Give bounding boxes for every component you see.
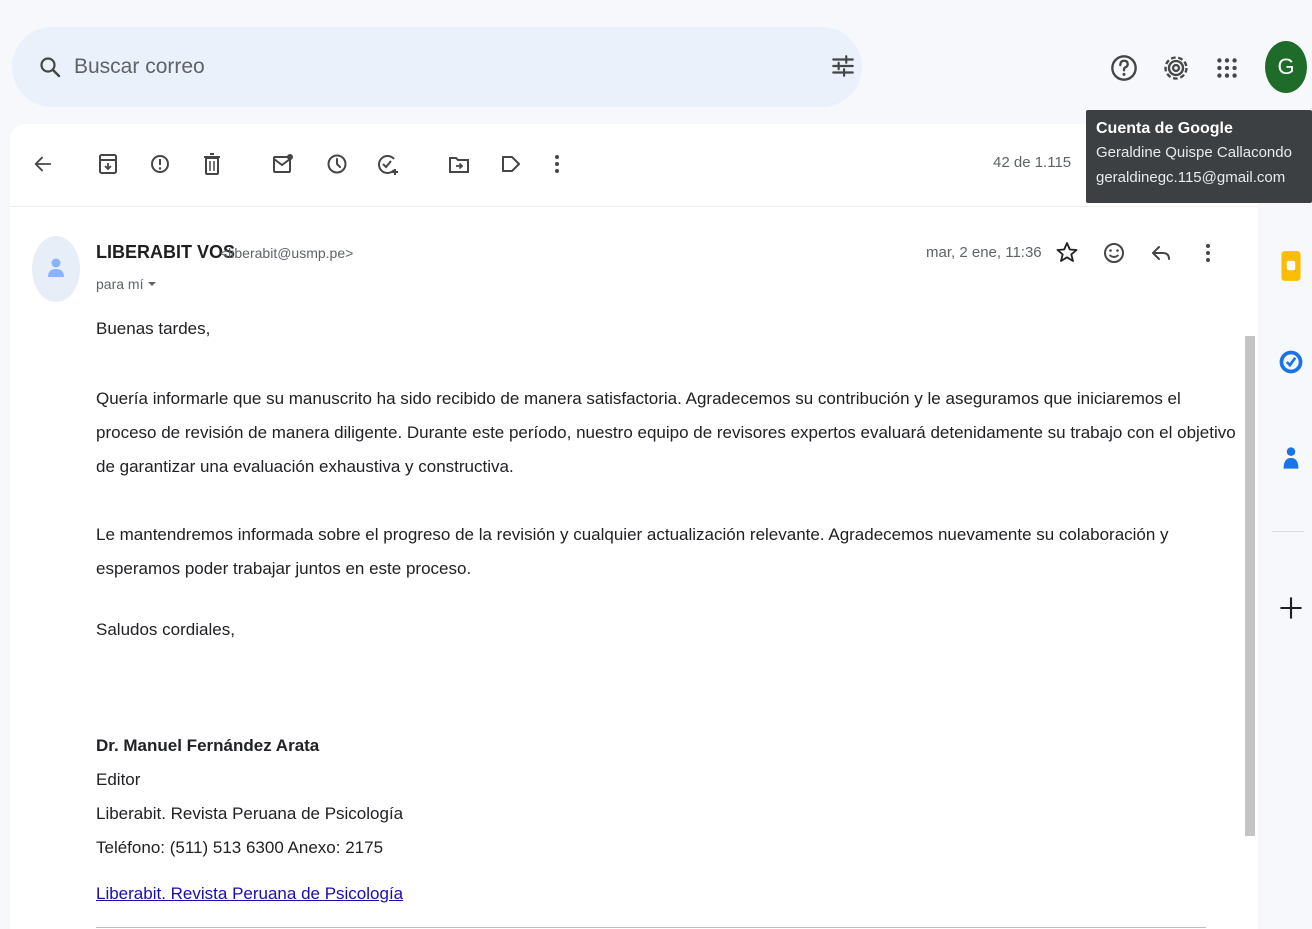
signature-role: Editor [96, 770, 141, 789]
reply-icon[interactable] [1150, 240, 1172, 266]
emoji-reaction-icon[interactable] [1102, 240, 1126, 266]
closing-text: Saludos cordiales, [96, 620, 235, 639]
greeting-text: Buenas tardes, [96, 319, 211, 338]
search-input[interactable] [74, 49, 794, 85]
sender-email: <liberabit@usmp.pe> [220, 245, 354, 261]
account-tooltip: Cuenta de Google Geraldine Quispe Callac… [1086, 110, 1312, 203]
back-icon[interactable] [32, 151, 54, 177]
side-panel-divider [1272, 531, 1304, 532]
report-spam-icon[interactable] [150, 151, 170, 177]
signature-name: Dr. Manuel Fernández Arata [96, 736, 320, 755]
mark-unread-icon[interactable] [272, 151, 294, 177]
toolbar-divider [10, 206, 1258, 207]
signature-phone: Teléfono: (511) 513 6300 Anexo: 2175 [96, 838, 384, 857]
sender-name: LIBERABIT VOS [96, 242, 236, 262]
tooltip-title: Cuenta de Google [1096, 120, 1233, 137]
account-avatar[interactable]: G [1265, 41, 1307, 93]
search-bar[interactable] [12, 27, 862, 107]
snooze-icon[interactable] [326, 151, 348, 177]
archive-icon[interactable] [98, 151, 118, 177]
scrollbar[interactable] [1245, 336, 1255, 836]
message-view: 42 de 1.115 LIBERABIT VOS <liberabit@usm… [10, 124, 1258, 929]
add-task-icon[interactable] [376, 151, 400, 177]
tooltip-user-name: Geraldine Quispe Callacondo [1096, 144, 1292, 161]
help-icon[interactable] [1110, 50, 1138, 86]
recipient-label: para mí [96, 276, 144, 292]
message-more-icon[interactable] [1203, 240, 1213, 266]
search-icon[interactable] [38, 55, 62, 79]
signature-link[interactable]: Liberabit. Revista Peruana de Psicología [96, 884, 403, 904]
add-icon[interactable] [1278, 590, 1304, 626]
tooltip-user-email: geraldinegc.115@gmail.com [1096, 169, 1286, 186]
message-counter: 42 de 1.115 [993, 154, 1072, 171]
keep-icon[interactable] [1278, 248, 1304, 284]
signature-divider [96, 927, 1206, 928]
body-paragraph-2: Le mantendremos informada sobre el progr… [96, 525, 1169, 578]
settings-icon[interactable] [1162, 50, 1190, 86]
apps-icon[interactable] [1214, 50, 1240, 86]
gmail-app: G Cuenta de Google Geraldine Quispe Call… [0, 0, 1312, 929]
body-paragraph-1: Quería informarle que su manuscrito ha s… [96, 389, 1236, 476]
person-icon [48, 258, 64, 277]
more-icon[interactable] [552, 151, 562, 177]
search-options-icon[interactable] [830, 53, 856, 79]
label-icon[interactable] [500, 151, 522, 177]
recipient-line[interactable]: para mí [96, 276, 157, 292]
signature-organization: Liberabit. Revista Peruana de Psicología [96, 804, 404, 823]
sender-avatar[interactable] [32, 236, 80, 302]
contacts-icon[interactable] [1278, 440, 1304, 476]
tasks-icon[interactable] [1278, 344, 1304, 380]
move-to-icon[interactable] [448, 151, 470, 177]
caret-down-icon[interactable] [147, 279, 157, 289]
delete-icon[interactable] [202, 151, 222, 177]
message-date: mar, 2 ene, 11:36 [926, 244, 1042, 261]
star-icon[interactable] [1056, 240, 1078, 266]
